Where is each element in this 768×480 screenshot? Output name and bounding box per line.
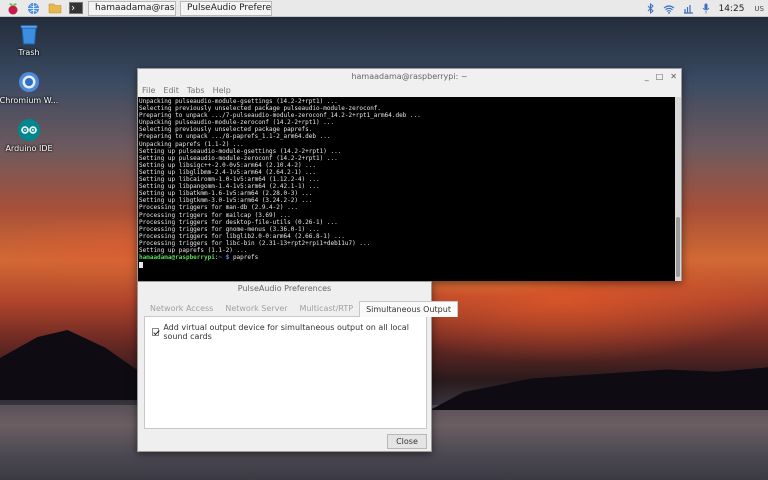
tab-multicast-rtp[interactable]: Multicast/RTP	[293, 301, 360, 317]
terminal-line: Setting up libcairomm-1.0-1v5:arm64 (1.1…	[139, 176, 320, 184]
prompt-user: hamaadama@raspberrypi	[139, 254, 215, 262]
raspberry-icon[interactable]	[4, 1, 21, 16]
terminal-menubar: File Edit Tabs Help	[138, 84, 681, 97]
maximize-icon[interactable]: □	[656, 69, 664, 84]
task-pulseaudio[interactable]: PulseAudio Preference...	[180, 0, 272, 16]
window-title: PulseAudio Preferences	[237, 284, 332, 293]
terminal-icon[interactable]	[67, 1, 84, 16]
terminal-line: Processing triggers for gnome-menus (3.3…	[139, 225, 320, 233]
simultaneous-output-checkbox[interactable]	[152, 328, 160, 336]
task-label: PulseAudio Preference...	[187, 3, 272, 13]
globe-icon[interactable]	[25, 1, 42, 16]
tab-bar: Network Access Network Server Multicast/…	[144, 301, 458, 317]
mountain-right	[430, 367, 768, 410]
tab-panel: Add virtual output device for simultaneo…	[144, 317, 427, 429]
tab-network-access[interactable]: Network Access	[144, 301, 220, 317]
terminal-line: Processing triggers for mailcap (3.69) .…	[139, 211, 291, 219]
tab-network-server[interactable]: Network Server	[219, 301, 294, 317]
terminal-line: Setting up libatkmm-1.6-1v5:arm64 (2.28.…	[139, 190, 313, 198]
terminal-line: Processing triggers for libglib2.0-0:arm…	[139, 232, 345, 240]
terminal-line: Selecting previously unselected package …	[139, 126, 313, 134]
terminal-line: Setting up pulseaudio-module-zeroconf (1…	[139, 154, 338, 162]
desktop-icon-label: Trash	[18, 48, 40, 57]
menu-tabs[interactable]: Tabs	[187, 86, 205, 95]
keyboard-layout[interactable]: US	[754, 5, 764, 13]
trash-icon	[17, 22, 41, 46]
terminal-line: Setting up libglibmm-2.4-1v5:arm64 (2.64…	[139, 168, 317, 176]
terminal-line: Preparing to unpack .../7-pulseaudio-mod…	[139, 112, 421, 120]
desktop-icon-label: Arduino IDE	[5, 144, 53, 153]
arduino-icon	[17, 118, 41, 142]
terminal-scrollbar[interactable]	[675, 97, 681, 281]
task-terminal[interactable]: hamaadama@raspb...	[88, 0, 176, 16]
terminal-line: Processing triggers for man-db (2.9.4-2)…	[139, 204, 298, 212]
terminal-output[interactable]: Unpacking pulseaudio-module-gsettings (1…	[138, 97, 676, 281]
desktop-icon-arduino[interactable]: Arduino IDE	[0, 118, 61, 153]
taskbar: hamaadama@raspb... PulseAudio Preference…	[0, 0, 768, 17]
text-cursor	[139, 261, 143, 268]
prompt-command: paprefs	[229, 254, 259, 262]
menu-file[interactable]: File	[142, 86, 155, 95]
prompt-line: hamaadama@raspberrypi:~ $ paprefs	[139, 254, 675, 261]
chromium-icon	[17, 70, 41, 94]
terminal-line: Processing triggers for libc-bin (2.31-1…	[139, 239, 371, 247]
microphone-icon[interactable]	[702, 3, 710, 14]
terminal-line: Setting up libgtkmm-3.0-1v5:arm64 (3.24.…	[139, 197, 313, 205]
system-tray: 14:25 US	[647, 0, 768, 17]
terminal-line: Preparing to unpack .../8-paprefs_1.1-2_…	[139, 133, 331, 141]
pulseaudio-preferences-window: PulseAudio Preferences Network Access Ne…	[137, 281, 458, 452]
terminal-line: Setting up libsigc++-2.0-0v5:arm64 (2.10…	[139, 161, 317, 169]
desktop-icon-chromium[interactable]: Chromium W...	[0, 70, 61, 105]
tab-simultaneous-output[interactable]: Simultaneous Output	[359, 301, 458, 317]
dialog-titlebar[interactable]: PulseAudio Preferences	[138, 282, 431, 295]
clock[interactable]: 14:25	[718, 4, 744, 14]
desktop-icon-trash[interactable]: Trash	[0, 22, 61, 57]
task-label: hamaadama@raspb...	[95, 3, 175, 13]
checkbox-label: Add virtual output device for simultaneo…	[163, 323, 409, 341]
desktop-icon-label: Chromium W...	[0, 96, 59, 105]
wifi-icon[interactable]	[663, 4, 675, 14]
network-icon[interactable]	[683, 4, 694, 14]
mountain-left	[0, 330, 150, 400]
cursor-line	[139, 261, 675, 268]
terminal-line: Selecting previously unselected package …	[139, 105, 382, 113]
prompt-path: ~ $	[218, 254, 230, 262]
terminal-line: Unpacking pulseaudio-module-gsettings (1…	[139, 98, 338, 105]
terminal-line: Unpacking pulseaudio-module-zeroconf (14…	[139, 119, 335, 127]
window-controls: _ □ ✕	[638, 69, 677, 84]
bluetooth-icon[interactable]	[647, 3, 655, 14]
terminal-line: Unpacking paprefs (1.1-2) ...	[139, 140, 244, 148]
terminal-line: Setting up pulseaudio-module-gsettings (…	[139, 147, 342, 155]
terminal-line: Setting up libpangomm-1.4-1v5:arm64 (2.4…	[139, 183, 320, 191]
minimize-icon[interactable]: _	[645, 69, 649, 84]
terminal-line: Setting up paprefs (1.1-2) ...	[139, 246, 248, 254]
scrollbar-thumb[interactable]	[676, 217, 680, 277]
close-icon[interactable]: ✕	[670, 69, 677, 84]
menu-help[interactable]: Help	[213, 86, 231, 95]
terminal-titlebar[interactable]: hamaadama@raspberrypi: ~ _ □ ✕	[138, 69, 681, 84]
simultaneous-output-option[interactable]: Add virtual output device for simultaneo…	[152, 323, 426, 341]
terminal-line: Processing triggers for desktop-file-uti…	[139, 218, 338, 226]
terminal-window: hamaadama@raspberrypi: ~ _ □ ✕ File Edit…	[137, 68, 682, 281]
menu-edit[interactable]: Edit	[163, 86, 179, 95]
window-title: hamaadama@raspberrypi: ~	[351, 72, 468, 81]
folder-icon[interactable]	[46, 1, 63, 16]
close-button[interactable]: Close	[387, 434, 427, 449]
